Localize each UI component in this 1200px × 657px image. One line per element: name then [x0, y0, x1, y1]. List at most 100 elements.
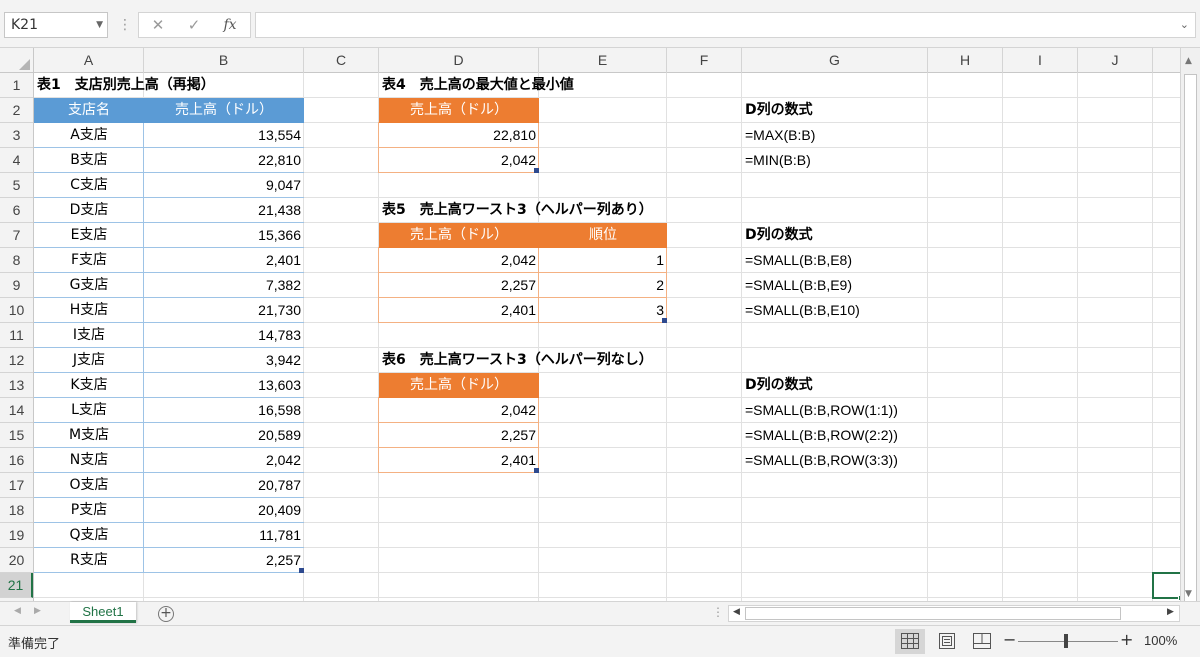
table5-formula-heading[interactable]: D列の数式 [742, 223, 928, 248]
row-header-1[interactable]: 1 [0, 73, 33, 98]
row-header-2[interactable]: 2 [0, 98, 33, 123]
column-header-e[interactable]: E [539, 48, 667, 73]
table1-branch-cell[interactable]: B支店 [34, 148, 144, 173]
zoom-out-button[interactable]: − [1003, 630, 1016, 649]
table5-sales-cell[interactable]: 2,401 [379, 298, 539, 323]
table1-branch-cell[interactable]: M支店 [34, 423, 144, 448]
table4-formula-cell[interactable]: =MIN(B:B) [742, 148, 928, 173]
scroll-right-icon[interactable]: ▶ [1167, 607, 1174, 617]
table5-rank-cell[interactable]: 1 [539, 248, 667, 273]
name-box[interactable]: K21 ▼ [4, 12, 108, 38]
table4-formula-cell[interactable]: =MAX(B:B) [742, 123, 928, 148]
table1-branch-cell[interactable]: O支店 [34, 473, 144, 498]
table6-formula-heading[interactable]: D列の数式 [742, 373, 928, 398]
table6-title[interactable]: 表6 売上高ワースト3（ヘルパー列なし） [379, 348, 719, 373]
table5-sales-cell[interactable]: 2,042 [379, 248, 539, 273]
scroll-up-icon[interactable]: ▲ [1185, 56, 1192, 66]
table1-branch-cell[interactable]: K支店 [34, 373, 144, 398]
row-header-18[interactable]: 18 [0, 498, 33, 523]
scroll-left-icon[interactable]: ◀ [733, 607, 740, 617]
expand-formula-bar-icon[interactable]: ⌄ [1180, 13, 1189, 37]
row-header-20[interactable]: 20 [0, 548, 33, 573]
table1-sales-cell[interactable]: 7,382 [144, 273, 304, 298]
table1-branch-cell[interactable]: H支店 [34, 298, 144, 323]
cancel-icon[interactable]: ✕ [143, 13, 173, 37]
vertical-scrollbar[interactable]: ▲ ▼ [1180, 48, 1200, 609]
row-header-21[interactable]: 21 [0, 573, 33, 598]
table1-header-sales[interactable]: 売上高（ドル） [144, 98, 304, 123]
table1-sales-cell[interactable]: 21,438 [144, 198, 304, 223]
table1-sales-cell[interactable]: 20,787 [144, 473, 304, 498]
insert-function-icon[interactable]: fx [215, 13, 245, 37]
row-header-11[interactable]: 11 [0, 323, 33, 348]
normal-view-button[interactable] [895, 629, 925, 654]
scroll-down-icon[interactable]: ▼ [1185, 589, 1192, 599]
zoom-in-button[interactable]: + [1120, 630, 1133, 649]
table4-formula-heading[interactable]: D列の数式 [742, 98, 928, 123]
row-header-10[interactable]: 10 [0, 298, 33, 323]
select-all-button[interactable] [0, 48, 34, 73]
more-options-icon[interactable]: ⋮ [118, 12, 132, 38]
table5-header-rank[interactable]: 順位 [539, 223, 667, 248]
horizontal-scroll-thumb[interactable] [745, 607, 1121, 620]
table1-sales-cell[interactable]: 20,409 [144, 498, 304, 523]
table5-formula-cell[interactable]: =SMALL(B:B,E9) [742, 273, 928, 298]
table1-sales-cell[interactable]: 14,783 [144, 323, 304, 348]
enter-icon[interactable]: ✓ [179, 13, 209, 37]
table1-sales-cell[interactable]: 16,598 [144, 398, 304, 423]
table4-title[interactable]: 表4 売上高の最大値と最小値 [379, 73, 699, 98]
sheet-tab-sheet1[interactable]: Sheet1 [70, 602, 136, 623]
row-header-13[interactable]: 13 [0, 373, 33, 398]
table1-branch-cell[interactable]: N支店 [34, 448, 144, 473]
table6-formula-cell[interactable]: =SMALL(B:B,ROW(1:1)) [742, 398, 928, 423]
zoom-slider[interactable] [1018, 641, 1118, 642]
table1-sales-cell[interactable]: 2,042 [144, 448, 304, 473]
row-header-7[interactable]: 7 [0, 223, 33, 248]
column-header-b[interactable]: B [144, 48, 304, 73]
table1-branch-cell[interactable]: J支店 [34, 348, 144, 373]
table4-value-cell[interactable]: 22,810 [379, 123, 539, 148]
zoom-slider-thumb[interactable] [1064, 634, 1068, 648]
column-header-g[interactable]: G [742, 48, 928, 73]
table6-fill-handle[interactable] [534, 468, 539, 473]
row-header-6[interactable]: 6 [0, 198, 33, 223]
table1-branch-cell[interactable]: I支店 [34, 323, 144, 348]
table1-sales-cell[interactable]: 3,942 [144, 348, 304, 373]
table5-title[interactable]: 表5 売上高ワースト3（ヘルパー列あり） [379, 198, 719, 223]
column-header-j[interactable]: J [1078, 48, 1153, 73]
table5-sales-cell[interactable]: 2,257 [379, 273, 539, 298]
column-header-i[interactable]: I [1003, 48, 1078, 73]
row-header-12[interactable]: 12 [0, 348, 33, 373]
tab-splitter-icon[interactable]: ⋮ [712, 605, 724, 619]
table4-value-cell[interactable]: 2,042 [379, 148, 539, 173]
table5-header-sales[interactable]: 売上高（ドル） [379, 223, 539, 248]
table6-value-cell[interactable]: 2,042 [379, 398, 539, 423]
horizontal-scrollbar[interactable]: ◀ ▶ [728, 605, 1180, 622]
row-header-4[interactable]: 4 [0, 148, 33, 173]
active-cell[interactable] [1152, 572, 1180, 601]
column-header-a[interactable]: A [34, 48, 144, 73]
zoom-level[interactable]: 100% [1144, 633, 1177, 648]
row-header-3[interactable]: 3 [0, 123, 33, 148]
table1-branch-cell[interactable]: A支店 [34, 123, 144, 148]
table1-sales-cell[interactable]: 13,603 [144, 373, 304, 398]
table5-rank-cell[interactable]: 3 [539, 298, 667, 323]
column-header-f[interactable]: F [667, 48, 742, 73]
table5-fill-handle[interactable] [662, 318, 667, 323]
table1-branch-cell[interactable]: P支店 [34, 498, 144, 523]
row-header-17[interactable]: 17 [0, 473, 33, 498]
row-header-15[interactable]: 15 [0, 423, 33, 448]
add-sheet-icon[interactable]: + [158, 606, 174, 622]
table1-sales-cell[interactable]: 13,554 [144, 123, 304, 148]
row-header-14[interactable]: 14 [0, 398, 33, 423]
next-sheet-icon[interactable]: ▶ [34, 606, 41, 616]
prev-sheet-icon[interactable]: ◀ [14, 606, 21, 616]
table1-header-branch[interactable]: 支店名 [34, 98, 144, 123]
table4-header-sales[interactable]: 売上高（ドル） [379, 98, 539, 123]
table1-sales-cell[interactable]: 2,401 [144, 248, 304, 273]
table1-sales-cell[interactable]: 21,730 [144, 298, 304, 323]
table1-title[interactable]: 表1 支店別売上高（再掲） [34, 73, 334, 98]
table1-sales-cell[interactable]: 22,810 [144, 148, 304, 173]
chevron-down-icon[interactable]: ▼ [96, 13, 103, 37]
row-header-9[interactable]: 9 [0, 273, 33, 298]
